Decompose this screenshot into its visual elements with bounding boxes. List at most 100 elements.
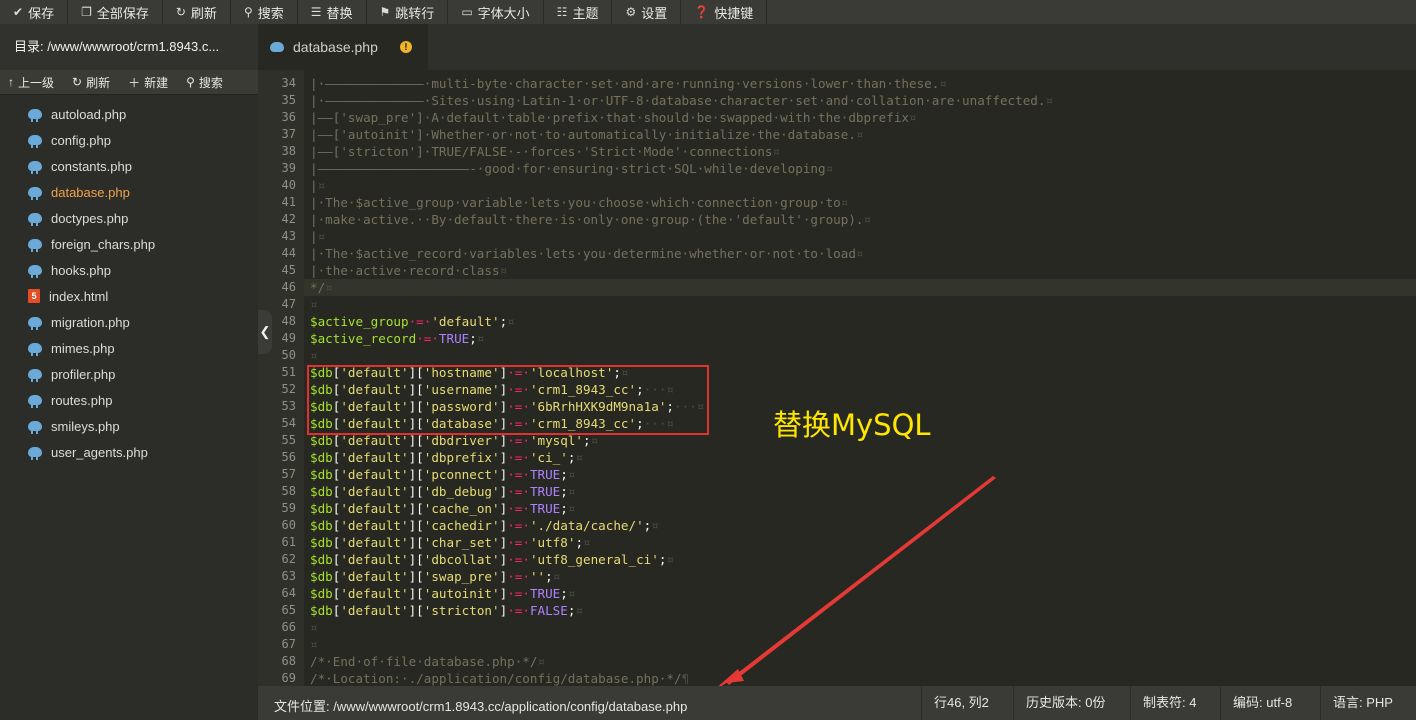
code-token: ][	[408, 535, 424, 550]
file-name: migration.php	[51, 314, 130, 330]
code-token: /*·Location:·./application/config/databa…	[310, 671, 682, 686]
code-token: |	[310, 178, 318, 193]
replace-label: 替换	[326, 5, 353, 21]
code-token: TRUE	[529, 484, 561, 499]
code-line: $db['default']['char_set']·=·'utf8';¤	[310, 534, 591, 551]
file-item[interactable]: 5 index.html	[0, 283, 258, 309]
save-button[interactable]: ✔ 保存	[0, 0, 69, 24]
file-item[interactable]: migration.php	[0, 309, 258, 335]
search-label: 搜索	[257, 5, 284, 21]
php-elephant-icon	[28, 161, 42, 174]
file-item[interactable]: hooks.php	[0, 257, 258, 283]
code-token: ¤	[317, 178, 326, 193]
code-token: 'default'	[340, 535, 409, 550]
collapse-sidebar-button[interactable]: ❮	[258, 310, 272, 354]
language-mode[interactable]: 语言: PHP	[1320, 686, 1405, 720]
code-line: $db['default']['dbcollat']·=·'utf8_gener…	[310, 551, 674, 568]
php-elephant-icon	[28, 213, 42, 226]
code-token: $db	[310, 603, 333, 618]
line-number: 41	[281, 195, 296, 209]
settings-button[interactable]: ⚙ 设置	[612, 0, 682, 24]
code-token: $db	[310, 433, 333, 448]
tab-database-php[interactable]: database.php !	[258, 24, 428, 70]
code-token: ·=·	[507, 518, 530, 533]
shortcuts-button[interactable]: ❓ 快捷键	[681, 0, 768, 24]
line-number: 67	[281, 637, 296, 651]
file-name: hooks.php	[51, 262, 111, 278]
code-token: ·=·	[507, 450, 530, 465]
code-token: ·=·	[507, 535, 530, 550]
code-token: ¤	[325, 280, 333, 295]
font-size-button[interactable]: ▭ 字体大小	[448, 0, 544, 24]
code-token: ][	[408, 467, 424, 482]
goto-line-button[interactable]: ⚑ 跳转行	[367, 0, 449, 24]
code-token: $db	[310, 552, 333, 567]
annotation-highlight-box	[307, 365, 709, 435]
code-token: ;	[560, 484, 568, 499]
line-number: 36	[281, 110, 296, 124]
code-token: |·make·active.··By·default·there·is·only…	[310, 212, 864, 227]
save-all-button[interactable]: ❐ 全部保存	[68, 0, 163, 24]
file-name: user_agents.php	[51, 444, 148, 460]
file-item[interactable]: autoload.php	[0, 101, 258, 127]
unsaved-indicator-icon: !	[399, 41, 412, 53]
new-file-button[interactable]: ＋新建	[128, 74, 168, 91]
line-number: 55	[281, 433, 296, 447]
code-token: ¤	[855, 127, 864, 142]
code-token: 'default'	[340, 450, 409, 465]
code-line: $db['default']['pconnect']·=·TRUE;¤	[310, 466, 575, 483]
file-item[interactable]: routes.php	[0, 387, 258, 413]
help-icon: ❓	[694, 5, 710, 19]
code-token: |·The·$active_record·variables·lets·you·…	[310, 246, 856, 261]
search-button[interactable]: ⚲ 搜索	[231, 0, 298, 24]
file-item[interactable]: doctypes.php	[0, 205, 258, 231]
sidebar-refresh-button[interactable]: ↻ 刷新	[72, 74, 110, 91]
code-token: |——['swap_pre']·A·default·table·prefix·t…	[310, 110, 909, 125]
code-token: ¤	[499, 263, 508, 278]
replace-button[interactable]: ☰ 替换	[298, 0, 367, 24]
encoding[interactable]: 编码: utf-8	[1220, 686, 1304, 720]
file-item[interactable]: config.php	[0, 127, 258, 153]
directory-title: 目录: /www/wwwroot/crm1.8943.c...	[0, 24, 258, 70]
line-number: 68	[281, 654, 296, 668]
code-token: ¤	[575, 450, 584, 465]
file-item[interactable]: smileys.php	[0, 413, 258, 439]
theme-button[interactable]: ☷ 主题	[544, 0, 613, 24]
code-token: 'default'	[340, 569, 409, 584]
code-token: 'pconnect'	[423, 467, 500, 482]
php-elephant-icon	[28, 343, 42, 356]
code-token: ¤	[651, 518, 659, 533]
file-item[interactable]: foreign_chars.php	[0, 231, 258, 257]
code-line: ¤	[310, 619, 318, 636]
refresh-button[interactable]: ↻ 刷新	[163, 0, 231, 24]
sidebar-search-button[interactable]: ⚲ 搜索	[186, 74, 223, 91]
code-token: ·=·	[507, 552, 530, 567]
tab-size[interactable]: 制表符: 4	[1130, 686, 1208, 720]
code-token: ·=·	[507, 586, 530, 601]
save-label: 保存	[28, 5, 55, 21]
code-token: 'db_debug'	[423, 484, 500, 499]
php-elephant-icon	[28, 135, 42, 148]
code-token: ·=·	[507, 501, 530, 516]
history-versions[interactable]: 历史版本: 0份	[1013, 686, 1117, 720]
code-token: $db	[310, 535, 333, 550]
code-token: ¤	[840, 195, 849, 210]
code-line: |——['stricton']·TRUE/FALSE·-·forces·'Str…	[310, 143, 780, 160]
file-item[interactable]: mimes.php	[0, 335, 258, 361]
line-number: 54	[281, 416, 296, 430]
code-token: ·=·	[507, 603, 530, 618]
code-token: FALSE	[529, 603, 568, 618]
file-name: database.php	[51, 184, 130, 200]
file-item[interactable]: user_agents.php	[0, 439, 258, 465]
up-level-button[interactable]: ↑ 上一级	[8, 74, 54, 91]
file-item[interactable]: constants.php	[0, 153, 258, 179]
php-elephant-icon	[28, 395, 42, 408]
chevron-left-icon: ❮	[259, 324, 271, 339]
code-line: |——['swap_pre']·A·default·table·prefix·t…	[310, 109, 917, 126]
file-item[interactable]: profiler.php	[0, 361, 258, 387]
save-all-label: 全部保存	[96, 5, 149, 21]
file-item[interactable]: database.php	[0, 179, 258, 205]
code-line: /*·Location:·./application/config/databa…	[310, 670, 689, 686]
file-name: autoload.php	[51, 106, 127, 122]
goto-line-icon: ⚑	[379, 5, 391, 19]
